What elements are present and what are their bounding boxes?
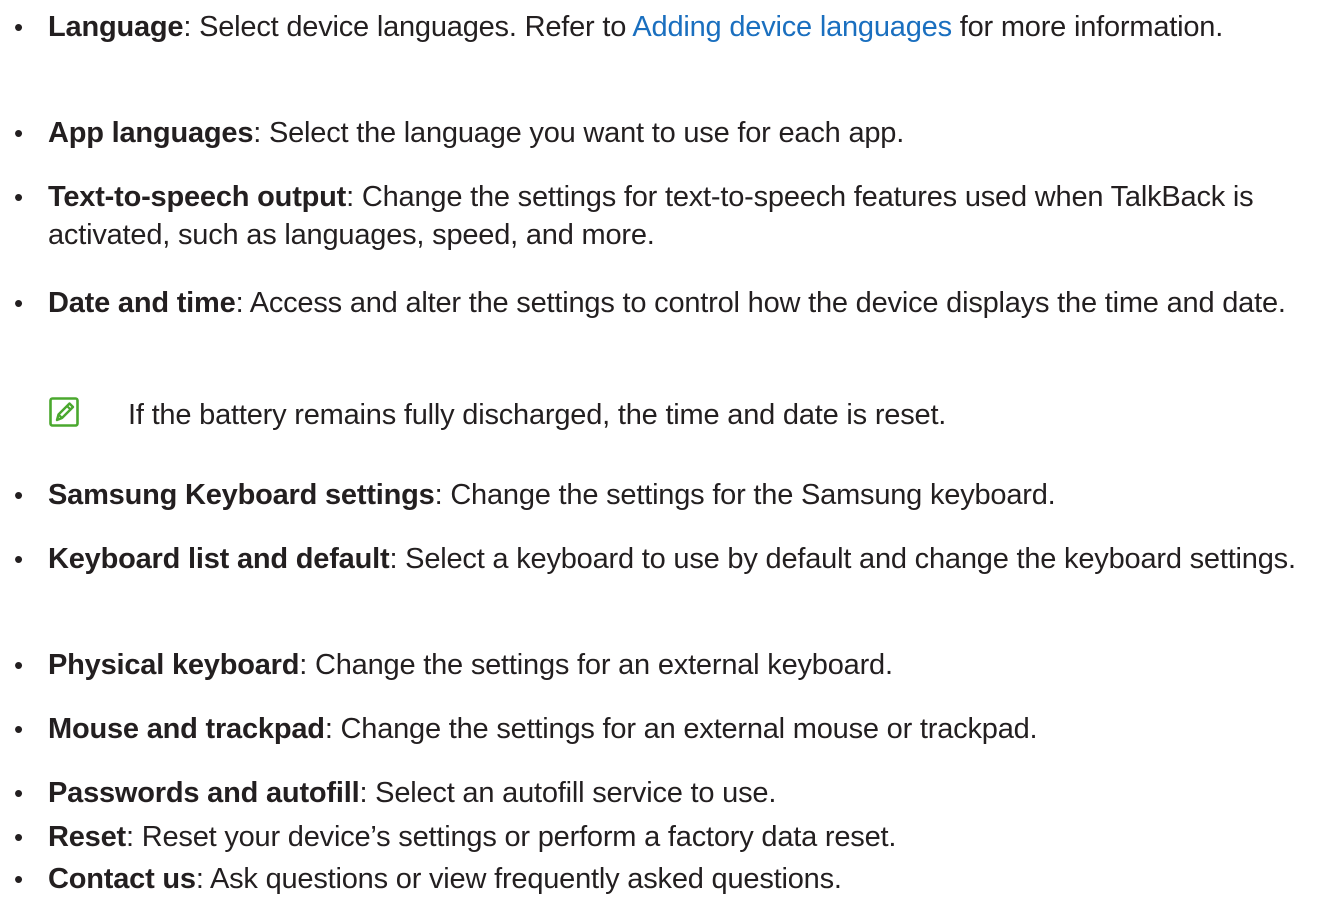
item-term: Date and time xyxy=(48,287,236,319)
item-text: Samsung Keyboard settings: Change the se… xyxy=(48,476,1318,514)
bullet: • xyxy=(14,864,24,894)
item-term: Text-to-speech output xyxy=(48,181,347,213)
item-separator: : xyxy=(389,543,406,575)
item-description: Select a keyboard to use by default and … xyxy=(405,543,1296,575)
item-separator: : xyxy=(434,479,451,511)
item-description: Change the settings for the Samsung keyb… xyxy=(450,479,1056,511)
item-description: Select the language you want to use for … xyxy=(268,117,905,149)
item-term: Keyboard list and default xyxy=(48,543,390,575)
note-text: If the battery remains fully discharged,… xyxy=(128,399,947,431)
item-term: Passwords and autofill xyxy=(48,777,360,809)
bullet: • xyxy=(14,118,24,148)
item-description: Select an autofill service to use. xyxy=(375,777,777,809)
item-term: Reset xyxy=(48,821,126,853)
item-text: Physical keyboard: Change the settings f… xyxy=(48,646,1318,684)
item-description: Access and alter the settings to control… xyxy=(249,287,1286,319)
item-separator: : xyxy=(253,117,269,149)
item-text: Text-to-speech output: Change the settin… xyxy=(48,178,1318,254)
item-term: Samsung Keyboard settings xyxy=(48,479,435,511)
item-description: Change the settings for an external keyb… xyxy=(315,649,893,681)
item-separator: : xyxy=(324,713,341,745)
bullet: • xyxy=(14,288,24,318)
item-text: Passwords and autofill: Select an autofi… xyxy=(48,774,1318,812)
item-term: Contact us xyxy=(48,863,196,895)
item-separator: : xyxy=(183,11,200,43)
bullet: • xyxy=(14,714,24,744)
item-text: Mouse and trackpad: Change the settings … xyxy=(48,710,1318,748)
item-text: Contact us: Ask questions or view freque… xyxy=(48,860,1318,898)
item-description: Select device languages. Refer to xyxy=(199,11,633,43)
item-term: Language xyxy=(48,11,184,43)
item-text: Keyboard list and default: Select a keyb… xyxy=(48,540,1318,578)
item-description: Change the settings for an external mous… xyxy=(340,713,1038,745)
item-term: Mouse and trackpad xyxy=(48,713,325,745)
item-text: Language: Select device languages. Refer… xyxy=(48,8,1318,46)
adding-device-languages-link[interactable]: Adding device languages xyxy=(632,11,952,43)
bullet: • xyxy=(14,480,24,510)
item-separator: : xyxy=(235,287,250,319)
item-term: Physical keyboard xyxy=(48,649,300,681)
bullet: • xyxy=(14,650,24,680)
item-separator: : xyxy=(299,649,316,681)
bullet: • xyxy=(14,822,24,852)
item-separator: : xyxy=(126,821,142,853)
item-description: Ask questions or view frequently asked q… xyxy=(209,863,842,895)
item-text: App languages: Select the language you w… xyxy=(48,114,1318,152)
note-pencil-icon xyxy=(49,397,79,427)
item-text: Date and time: Access and alter the sett… xyxy=(48,284,1318,322)
bullet: • xyxy=(14,544,24,574)
bullet: • xyxy=(14,778,24,808)
item-separator: : xyxy=(359,777,376,809)
item-separator: : xyxy=(195,863,210,895)
item-description-end: for more information. xyxy=(951,11,1224,43)
item-term: App languages xyxy=(48,117,254,149)
bullet: • xyxy=(14,12,24,42)
item-description: Reset your device’s settings or perform … xyxy=(141,821,897,853)
item-text: Reset: Reset your device’s settings or p… xyxy=(48,818,1318,856)
item-separator: : xyxy=(346,181,362,213)
bullet: • xyxy=(14,182,24,212)
